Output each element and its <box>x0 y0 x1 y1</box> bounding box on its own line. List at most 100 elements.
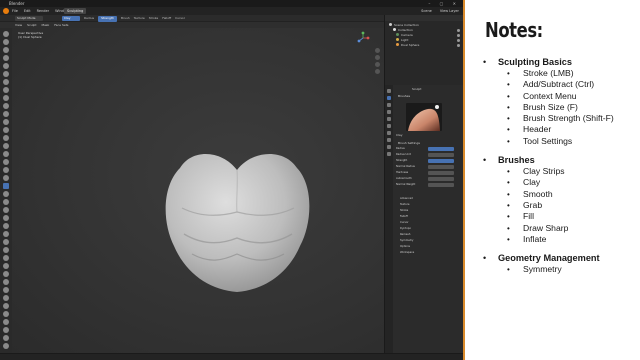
menu-edit[interactable]: Edit <box>24 7 31 15</box>
sculpt-tool-icon[interactable] <box>3 263 9 269</box>
brush-setting-field[interactable] <box>428 165 454 169</box>
sculpt-tool-icon[interactable] <box>3 295 9 301</box>
scene-selector[interactable]: Scene <box>421 7 432 15</box>
sculpt-tool-icon[interactable] <box>3 71 9 77</box>
properties-tab-icon[interactable] <box>387 145 391 149</box>
visibility-eye-icon[interactable] <box>457 39 460 42</box>
brush-setting-field[interactable] <box>428 159 454 163</box>
zoom-icon[interactable] <box>375 48 380 53</box>
properties-tab-icon[interactable] <box>387 131 391 135</box>
brushes-panel-label[interactable]: Brushes <box>398 94 410 98</box>
brush-settings-panel-label[interactable]: Brush Settings <box>398 141 420 145</box>
radius-field[interactable]: Radius <box>84 15 94 22</box>
sculpt-tool-icon[interactable] <box>3 335 9 341</box>
camera-view-icon[interactable] <box>375 62 380 67</box>
ortho-toggle-icon[interactable] <box>375 69 380 74</box>
sculpt-tool-icon[interactable] <box>3 151 9 157</box>
stroke-menu[interactable]: Stroke <box>149 15 159 22</box>
workspace-tab-sculpting[interactable]: Sculpting <box>64 8 87 14</box>
sculpt-tool-icon[interactable] <box>3 95 9 101</box>
sculpt-tool-icon[interactable] <box>3 143 9 149</box>
sculpt-tool-icon[interactable] <box>3 39 9 45</box>
sculpt-tool-icon[interactable] <box>3 327 9 333</box>
sculpt-tool-icon[interactable] <box>3 215 9 221</box>
brush-preview-thumbnail[interactable] <box>406 103 442 131</box>
sculpt-tool-icon[interactable] <box>3 319 9 325</box>
falloff-menu[interactable]: Falloff <box>162 15 171 22</box>
sculpt-tool-icon[interactable] <box>3 207 9 213</box>
mode-selector[interactable]: Sculpt Mode <box>15 16 43 21</box>
sculpt-tool-icon[interactable] <box>3 175 9 181</box>
properties-tab-icon[interactable] <box>387 103 391 107</box>
brush-setting-field[interactable] <box>428 183 454 187</box>
sculpt-tool-icon[interactable] <box>3 47 9 53</box>
properties-subpanel[interactable]: Remesh <box>400 233 410 237</box>
sculpt-tool-icon[interactable] <box>3 183 9 189</box>
properties-tab-icon[interactable] <box>387 110 391 114</box>
properties-subpanel[interactable]: Advanced <box>400 197 413 201</box>
menu-file[interactable]: File <box>12 7 18 15</box>
brush-setting-field[interactable] <box>428 171 454 175</box>
brush-menu[interactable]: Brush <box>121 15 130 22</box>
sculpt-tool-icon[interactable] <box>3 135 9 141</box>
view-layer-selector[interactable]: View Layer <box>440 7 459 15</box>
texture-menu[interactable]: Texture <box>134 15 145 22</box>
sculpt-tool-icon[interactable] <box>3 255 9 261</box>
sculpt-tool-icon[interactable] <box>3 103 9 109</box>
sculpt-tool-icon[interactable] <box>3 191 9 197</box>
properties-tab-icon[interactable] <box>387 124 391 128</box>
brush-setting-field[interactable] <box>428 147 454 151</box>
sculpt-tool-icon[interactable] <box>3 271 9 277</box>
properties-subpanel[interactable]: Symmetry <box>400 239 413 243</box>
cursor-menu[interactable]: Cursor <box>175 15 185 22</box>
brush-name-field[interactable]: Clay <box>396 133 403 137</box>
properties-tab-icon[interactable] <box>387 117 391 121</box>
brush-setting-field[interactable] <box>428 177 454 181</box>
properties-subpanel[interactable]: Cursor <box>400 221 409 225</box>
visibility-eye-icon[interactable] <box>457 44 460 47</box>
sculpt-tool-icon[interactable] <box>3 79 9 85</box>
notes-title: Notes: <box>485 18 543 42</box>
blender-logo-icon[interactable] <box>3 8 9 14</box>
menu-render[interactable]: Render <box>37 7 49 15</box>
sculpt-tool-icon[interactable] <box>3 119 9 125</box>
sculpt-tool-icon[interactable] <box>3 87 9 93</box>
sculpt-tool-icon[interactable] <box>3 31 9 37</box>
sculpt-tool-icon[interactable] <box>3 287 9 293</box>
properties-subpanel[interactable]: Texture <box>400 203 410 207</box>
outliner-panel: Scene Collection Collection Camera Light Dua… <box>384 15 463 85</box>
sculpt-tool-icon[interactable] <box>3 279 9 285</box>
properties-tab-icon[interactable] <box>387 89 391 93</box>
sculpt-tool-icon[interactable] <box>3 159 9 165</box>
properties-tab-icon[interactable] <box>387 138 391 142</box>
sculpt-tool-icon[interactable] <box>3 111 9 117</box>
window-controls[interactable]: – ▢ ✕ <box>428 1 460 6</box>
visibility-eye-icon[interactable] <box>457 29 460 32</box>
brush-setting-field[interactable] <box>428 153 454 157</box>
properties-tab-icon[interactable] <box>387 152 391 156</box>
sculpt-tool-icon[interactable] <box>3 247 9 253</box>
sculpt-tool-icon[interactable] <box>3 343 9 349</box>
brush-selector[interactable]: Clay <box>62 16 80 21</box>
sculpt-tool-icon[interactable] <box>3 239 9 245</box>
visibility-eye-icon[interactable] <box>457 34 460 37</box>
sculpt-tool-icon[interactable] <box>3 311 9 317</box>
properties-tab-icon[interactable] <box>387 96 391 100</box>
properties-subpanel[interactable]: Options <box>400 245 410 249</box>
sculpt-tool-icon[interactable] <box>3 63 9 69</box>
sculpt-tool-icon[interactable] <box>3 223 9 229</box>
outliner-item[interactable]: Dual Sphere <box>396 43 419 48</box>
pan-icon[interactable] <box>375 55 380 60</box>
properties-subpanel[interactable]: Stroke <box>400 209 408 213</box>
sculpt-tool-icon[interactable] <box>3 127 9 133</box>
sculpt-tool-icon[interactable] <box>3 55 9 61</box>
sculpt-tool-icon[interactable] <box>3 199 9 205</box>
sculpt-tool-icon[interactable] <box>3 303 9 309</box>
sculpt-tool-icon[interactable] <box>3 231 9 237</box>
properties-subpanel[interactable]: Dyntopo <box>400 227 411 231</box>
properties-subpanel[interactable]: Workspace <box>400 251 414 255</box>
navigation-gizmo-icon[interactable] <box>356 31 370 45</box>
3d-viewport[interactable]: User Perspective (1) Dual Sphere <box>12 28 384 353</box>
properties-subpanel[interactable]: Falloff <box>400 215 408 219</box>
sculpt-tool-icon[interactable] <box>3 167 9 173</box>
